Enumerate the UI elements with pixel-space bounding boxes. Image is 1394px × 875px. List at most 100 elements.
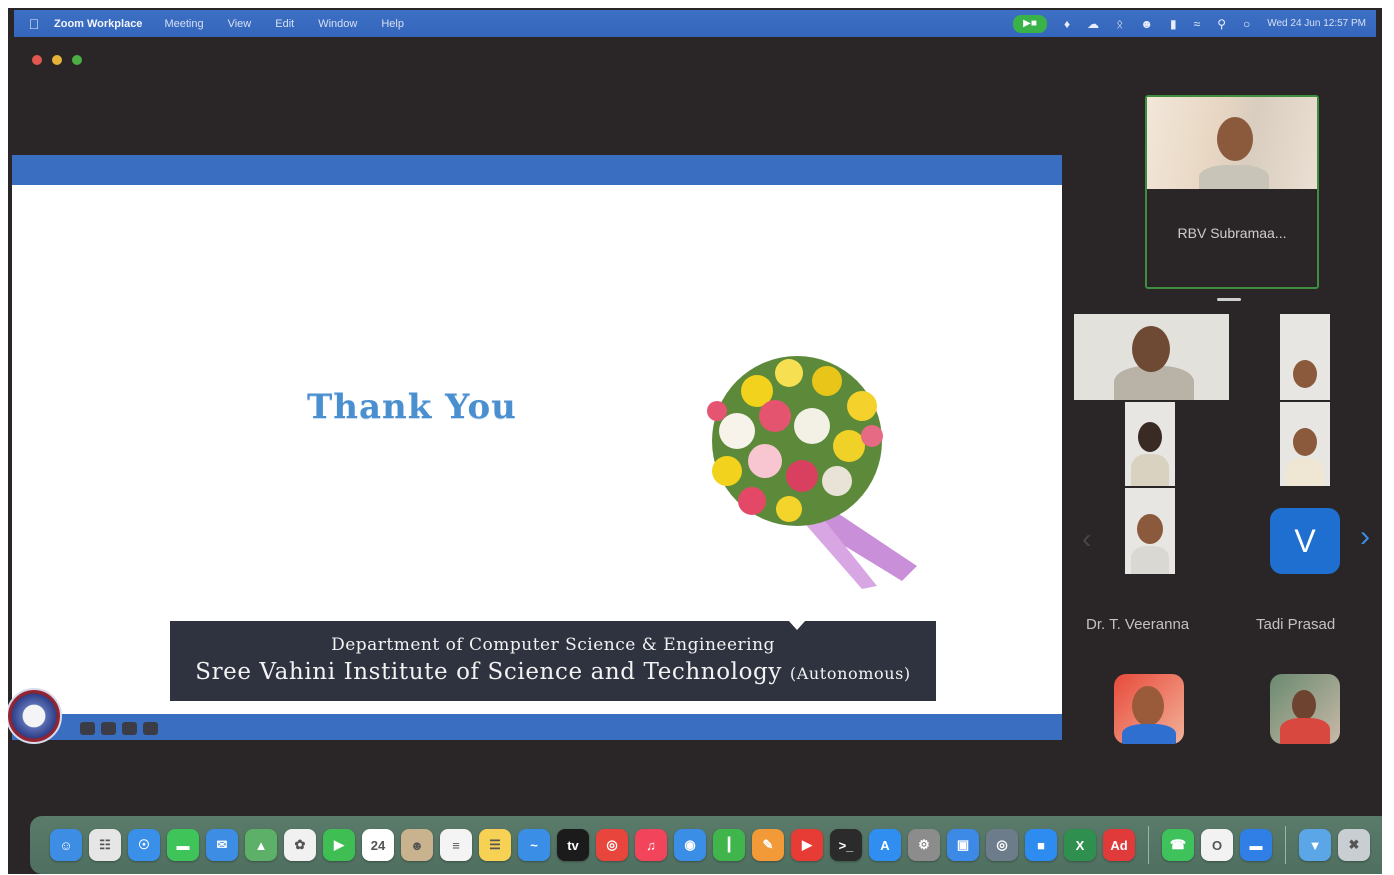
- calendar-icon[interactable]: 24: [362, 829, 394, 861]
- participant-shirt: [1122, 724, 1176, 744]
- participant-face: [1293, 428, 1317, 456]
- maps-icon[interactable]: ▲: [245, 829, 277, 861]
- participant-profile-picture[interactable]: [1114, 674, 1184, 744]
- music-icon[interactable]: ♫: [635, 829, 667, 861]
- menu-help[interactable]: Help: [381, 18, 404, 30]
- participant-video[interactable]: [1125, 488, 1175, 574]
- participant-video[interactable]: [1125, 402, 1175, 486]
- slide-toolbar: [80, 722, 158, 735]
- notes-icon[interactable]: ☰: [479, 829, 511, 861]
- participants-panel: RBV Subramaa... ‹ V › Dr. T. Veeranna Ta…: [1062, 48, 1380, 808]
- slide-title: Thank You: [307, 387, 517, 427]
- participant-avatar[interactable]: V: [1270, 508, 1340, 574]
- creative-cloud-icon[interactable]: ☁: [1087, 17, 1099, 31]
- youtube-icon[interactable]: ▶: [791, 829, 823, 861]
- user-icon[interactable]: ☻: [1140, 17, 1153, 31]
- previous-page-icon[interactable]: ‹: [1082, 523, 1091, 555]
- minimize-window-button[interactable]: [52, 55, 62, 65]
- shared-slide: Thank You Department of Computer Science…: [12, 155, 1062, 740]
- podcasts-icon[interactable]: ◉: [674, 829, 706, 861]
- status-area: ▶■ ♦ ☁ ᛟ ☻ ▮ ≈ ⚲ ○ Wed 24 Jun 12:57 PM: [1013, 14, 1376, 33]
- menu-meeting[interactable]: Meeting: [164, 18, 203, 30]
- menu-bar:  Zoom Workplace Meeting View Edit Windo…: [14, 10, 1376, 37]
- slide-chat-icon[interactable]: [122, 722, 137, 735]
- institute-title: Sree Vahini Institute of Science and Tec…: [195, 659, 782, 685]
- trash-icon[interactable]: ✖: [1338, 829, 1370, 861]
- college-logo: [8, 688, 62, 744]
- whatsapp-icon[interactable]: ☎: [1162, 829, 1194, 861]
- menu-window[interactable]: Window: [318, 18, 357, 30]
- finder-icon[interactable]: ☺: [50, 829, 82, 861]
- photos-icon[interactable]: ✿: [284, 829, 316, 861]
- zoom-launcher-icon[interactable]: ▬: [1240, 829, 1272, 861]
- dock-separator: [1285, 826, 1286, 864]
- participant-shirt: [1131, 454, 1169, 486]
- institute-name: Sree Vahini Institute of Science and Tec…: [170, 659, 936, 685]
- control-center-icon[interactable]: ○: [1243, 17, 1250, 31]
- search-icon[interactable]: ⚲: [1217, 17, 1226, 31]
- numbers-icon[interactable]: ┃: [713, 829, 745, 861]
- terminal-icon[interactable]: >_: [830, 829, 862, 861]
- active-speaker-tile[interactable]: RBV Subramaa...: [1145, 95, 1319, 289]
- flower-bouquet-image: [707, 356, 917, 589]
- close-window-button[interactable]: [32, 55, 42, 65]
- slide-grid-icon[interactable]: [80, 722, 95, 735]
- next-page-icon[interactable]: ›: [1360, 520, 1370, 554]
- apple-tv-icon[interactable]: tv: [557, 829, 589, 861]
- zoom-screen:  Zoom Workplace Meeting View Edit Windo…: [8, 8, 1382, 874]
- preview-icon[interactable]: ▣: [947, 829, 979, 861]
- fullscreen-window-button[interactable]: [72, 55, 82, 65]
- active-speaker-name: RBV Subramaa...: [1177, 225, 1287, 241]
- bluetooth-icon[interactable]: ᛟ: [1116, 17, 1123, 31]
- active-speaker-video: [1147, 97, 1317, 189]
- menu-edit[interactable]: Edit: [275, 18, 294, 30]
- dock: ☺ ☷ ☉ ▬ ✉ ▲ ✿ ▶ 24 ☻ ≡ ☰ ~ tv ◎ ♫ ◉ ┃ ✎ ▶ >_ A ⚙ ▣ ◎ ■ X Ad ☎ O ▬ ▼ ✖: [30, 816, 1382, 874]
- department-banner: Department of Computer Science & Enginee…: [170, 620, 936, 701]
- window-controls: [32, 55, 82, 65]
- institute-suffix: (Autonomous): [789, 664, 911, 683]
- participant-shirt: [1280, 718, 1330, 744]
- menu-clock[interactable]: Wed 24 Jun 12:57 PM: [1267, 18, 1366, 29]
- participant-name: Tadi Prasad: [1256, 616, 1336, 633]
- chrome-icon[interactable]: ◎: [596, 829, 628, 861]
- participant-video[interactable]: [1280, 314, 1330, 400]
- screenshot-icon[interactable]: ◎: [986, 829, 1018, 861]
- excel-icon[interactable]: X: [1064, 829, 1096, 861]
- participant-video[interactable]: [1280, 402, 1330, 486]
- menu-app-name[interactable]: Zoom Workplace: [54, 18, 142, 30]
- opera-icon[interactable]: O: [1201, 829, 1233, 861]
- participant-shirt: [1131, 546, 1169, 574]
- system-settings-icon[interactable]: ⚙: [908, 829, 940, 861]
- participant-face: [1293, 360, 1317, 388]
- zoom-video-icon[interactable]: ▶■: [1013, 14, 1048, 33]
- dock-separator: [1148, 826, 1149, 864]
- slide-top-band: [12, 155, 1062, 185]
- participant-video[interactable]: [1074, 314, 1229, 400]
- speaker-face: [1217, 117, 1253, 161]
- zoom-app-icon[interactable]: ■: [1025, 829, 1057, 861]
- pages-icon[interactable]: ✎: [752, 829, 784, 861]
- slide-video-icon[interactable]: [101, 722, 116, 735]
- downloads-folder-icon[interactable]: ▼: [1299, 829, 1331, 861]
- slide-more-icon[interactable]: [143, 722, 158, 735]
- participant-face: [1132, 326, 1170, 372]
- acrobat-icon[interactable]: Ad: [1103, 829, 1135, 861]
- participant-profile-picture[interactable]: [1270, 674, 1340, 744]
- launchpad-icon[interactable]: ☷: [89, 829, 121, 861]
- messages-icon[interactable]: ▬: [167, 829, 199, 861]
- mail-icon[interactable]: ✉: [206, 829, 238, 861]
- reminders-icon[interactable]: ≡: [440, 829, 472, 861]
- safari-icon[interactable]: ☉: [128, 829, 160, 861]
- apple-icon[interactable]: : [14, 16, 54, 32]
- battery-icon[interactable]: ▮: [1170, 17, 1177, 31]
- dropbox-icon[interactable]: ♦: [1064, 17, 1070, 31]
- panel-resize-handle[interactable]: [1217, 298, 1241, 301]
- contacts-icon[interactable]: ☻: [401, 829, 433, 861]
- facetime-icon[interactable]: ▶: [323, 829, 355, 861]
- app-store-icon[interactable]: A: [869, 829, 901, 861]
- menu-view[interactable]: View: [228, 18, 252, 30]
- wifi-icon[interactable]: ≈: [1194, 17, 1201, 31]
- freeform-icon[interactable]: ~: [518, 829, 550, 861]
- department-name: Department of Computer Science & Enginee…: [331, 635, 775, 655]
- participant-shirt: [1286, 458, 1324, 486]
